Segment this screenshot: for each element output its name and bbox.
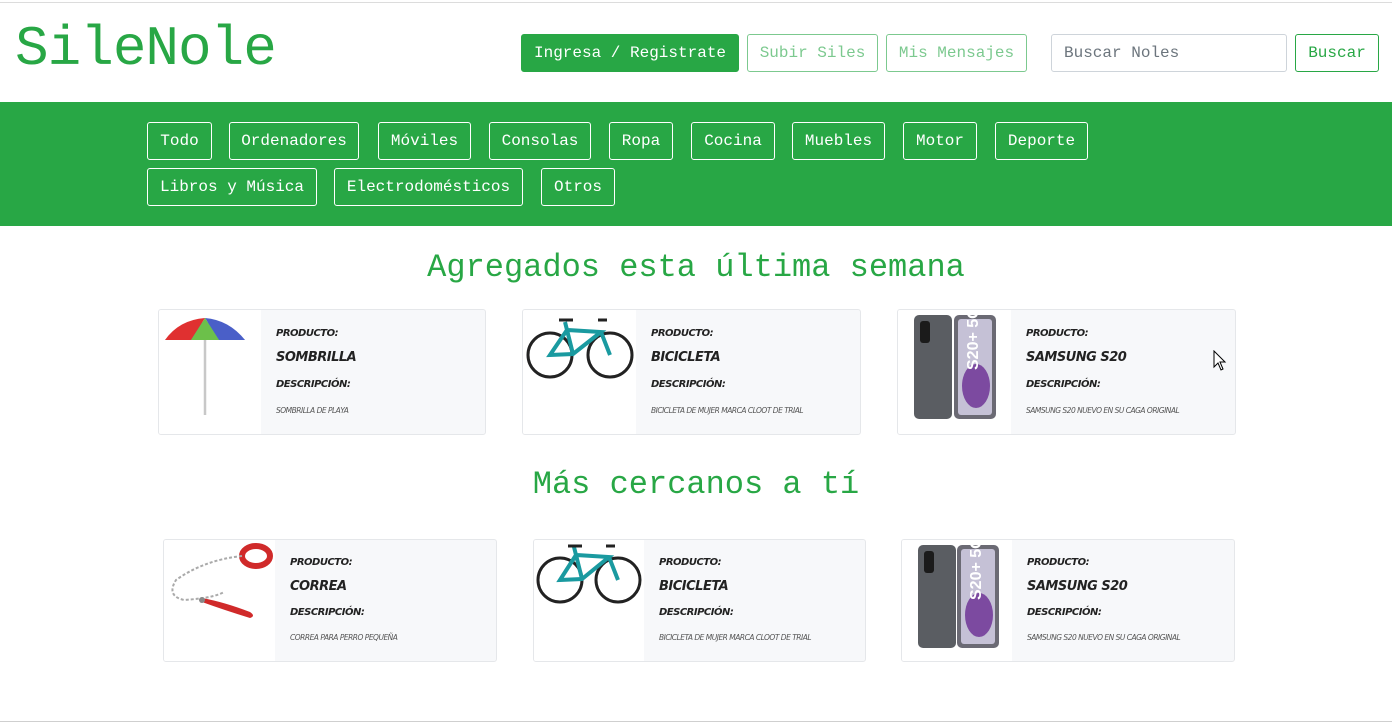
product-label: Producto: — [1026, 328, 1089, 339]
description-label: Descripción: — [651, 379, 726, 390]
category-todo[interactable]: Todo — [147, 122, 212, 160]
category-ordenadores[interactable]: Ordenadores — [229, 122, 359, 160]
product-label: Producto: — [1027, 557, 1090, 568]
smartphone-icon: S20+ 5G — [918, 540, 999, 648]
description-label: Descripción: — [1027, 607, 1102, 618]
beach-umbrella-icon — [165, 318, 245, 415]
product-info: Producto: Correa Descripción: Correa par… — [275, 540, 496, 661]
product-info: Producto: Samsung S20 Descripción: Samsu… — [1012, 540, 1234, 661]
upload-button[interactable]: Subir Siles — [747, 34, 878, 72]
site-logo[interactable]: SileNole — [15, 19, 277, 79]
product-label: Producto: — [276, 328, 339, 339]
product-card[interactable]: Producto: Bicicleta Descripción: Bicicle… — [522, 309, 861, 435]
product-description: Bicicleta de mujer marca Cloot de trial — [651, 406, 804, 415]
category-muebles[interactable]: Muebles — [792, 122, 885, 160]
section-title-recent: Agregados esta última semana — [427, 249, 965, 286]
product-image — [159, 310, 261, 434]
login-register-button[interactable]: Ingresa / Registrate — [521, 34, 739, 72]
site-header: SileNole Ingresa / Registrate Subir Sile… — [0, 3, 1392, 102]
product-name: Samsung S20 — [1026, 350, 1127, 365]
product-image — [534, 540, 644, 661]
product-description: Bicicleta de mujer marca Cloot de trial — [659, 633, 812, 642]
product-description: Correa para perro pequeña — [290, 633, 398, 642]
product-label: Producto: — [651, 328, 714, 339]
product-info: Producto: Samsung S20 Descripción: Samsu… — [1011, 310, 1235, 434]
category-ropa[interactable]: Ropa — [609, 122, 673, 160]
search-button[interactable]: Buscar — [1295, 34, 1379, 72]
product-card[interactable]: S20+ 5G Producto: Samsung S20 Descripció… — [897, 309, 1236, 435]
product-name: Sombrilla — [276, 350, 357, 365]
product-card[interactable]: Producto: Bicicleta Descripción: Bicicle… — [533, 539, 866, 662]
category-motor[interactable]: Motor — [903, 122, 977, 160]
product-image: S20+ 5G — [902, 540, 1012, 661]
description-label: Descripción: — [276, 379, 351, 390]
product-image — [164, 540, 275, 661]
smartphone-icon: S20+ 5G — [914, 310, 996, 419]
category-cocina[interactable]: Cocina — [691, 122, 775, 160]
product-description: Samsung S20 nuevo en su caga original — [1027, 633, 1181, 642]
messages-button[interactable]: Mis Mensajes — [886, 34, 1027, 72]
category-bar: Todo Ordenadores Móviles Consolas Ropa C… — [0, 102, 1392, 226]
bicycle-icon — [536, 544, 642, 604]
product-image: S20+ 5G — [898, 310, 1011, 434]
product-card[interactable]: Producto: Correa Descripción: Correa par… — [163, 539, 497, 662]
svg-text:S20+ 5G: S20+ 5G — [968, 540, 985, 600]
product-description: Samsung S20 nuevo en su caga original — [1026, 406, 1180, 415]
product-label: Producto: — [659, 557, 722, 568]
search-input[interactable] — [1051, 34, 1287, 72]
description-label: Descripción: — [659, 607, 734, 618]
product-name: Samsung S20 — [1027, 579, 1128, 594]
product-info: Producto: Bicicleta Descripción: Bicicle… — [636, 310, 860, 434]
bicycle-icon — [526, 318, 634, 379]
product-name: Bicicleta — [651, 350, 721, 365]
dog-leash-icon — [171, 543, 273, 618]
product-name: Correa — [290, 579, 347, 594]
product-description: Sombrilla de playa — [276, 406, 349, 415]
bottom-divider — [0, 721, 1392, 722]
product-info: Producto: Sombrilla Descripción: Sombril… — [261, 310, 485, 434]
category-deporte[interactable]: Deporte — [995, 122, 1088, 160]
svg-text:S20+ 5G: S20+ 5G — [965, 310, 982, 370]
mouse-cursor-icon — [1213, 350, 1227, 371]
category-otros[interactable]: Otros — [541, 168, 615, 206]
product-card[interactable]: Producto: Sombrilla Descripción: Sombril… — [158, 309, 486, 435]
product-name: Bicicleta — [659, 579, 729, 594]
description-label: Descripción: — [290, 607, 365, 618]
category-moviles[interactable]: Móviles — [378, 122, 471, 160]
product-label: Producto: — [290, 557, 353, 568]
product-info: Producto: Bicicleta Descripción: Bicicle… — [644, 540, 865, 661]
product-image — [523, 310, 636, 434]
category-electrodomesticos[interactable]: Electrodomésticos — [334, 168, 523, 206]
category-libros-musica[interactable]: Libros y Música — [147, 168, 317, 206]
product-card[interactable]: S20+ 5G Producto: Samsung S20 Descripció… — [901, 539, 1235, 662]
description-label: Descripción: — [1026, 379, 1101, 390]
category-consolas[interactable]: Consolas — [489, 122, 591, 160]
section-title-nearby: Más cercanos a tí — [532, 466, 860, 503]
